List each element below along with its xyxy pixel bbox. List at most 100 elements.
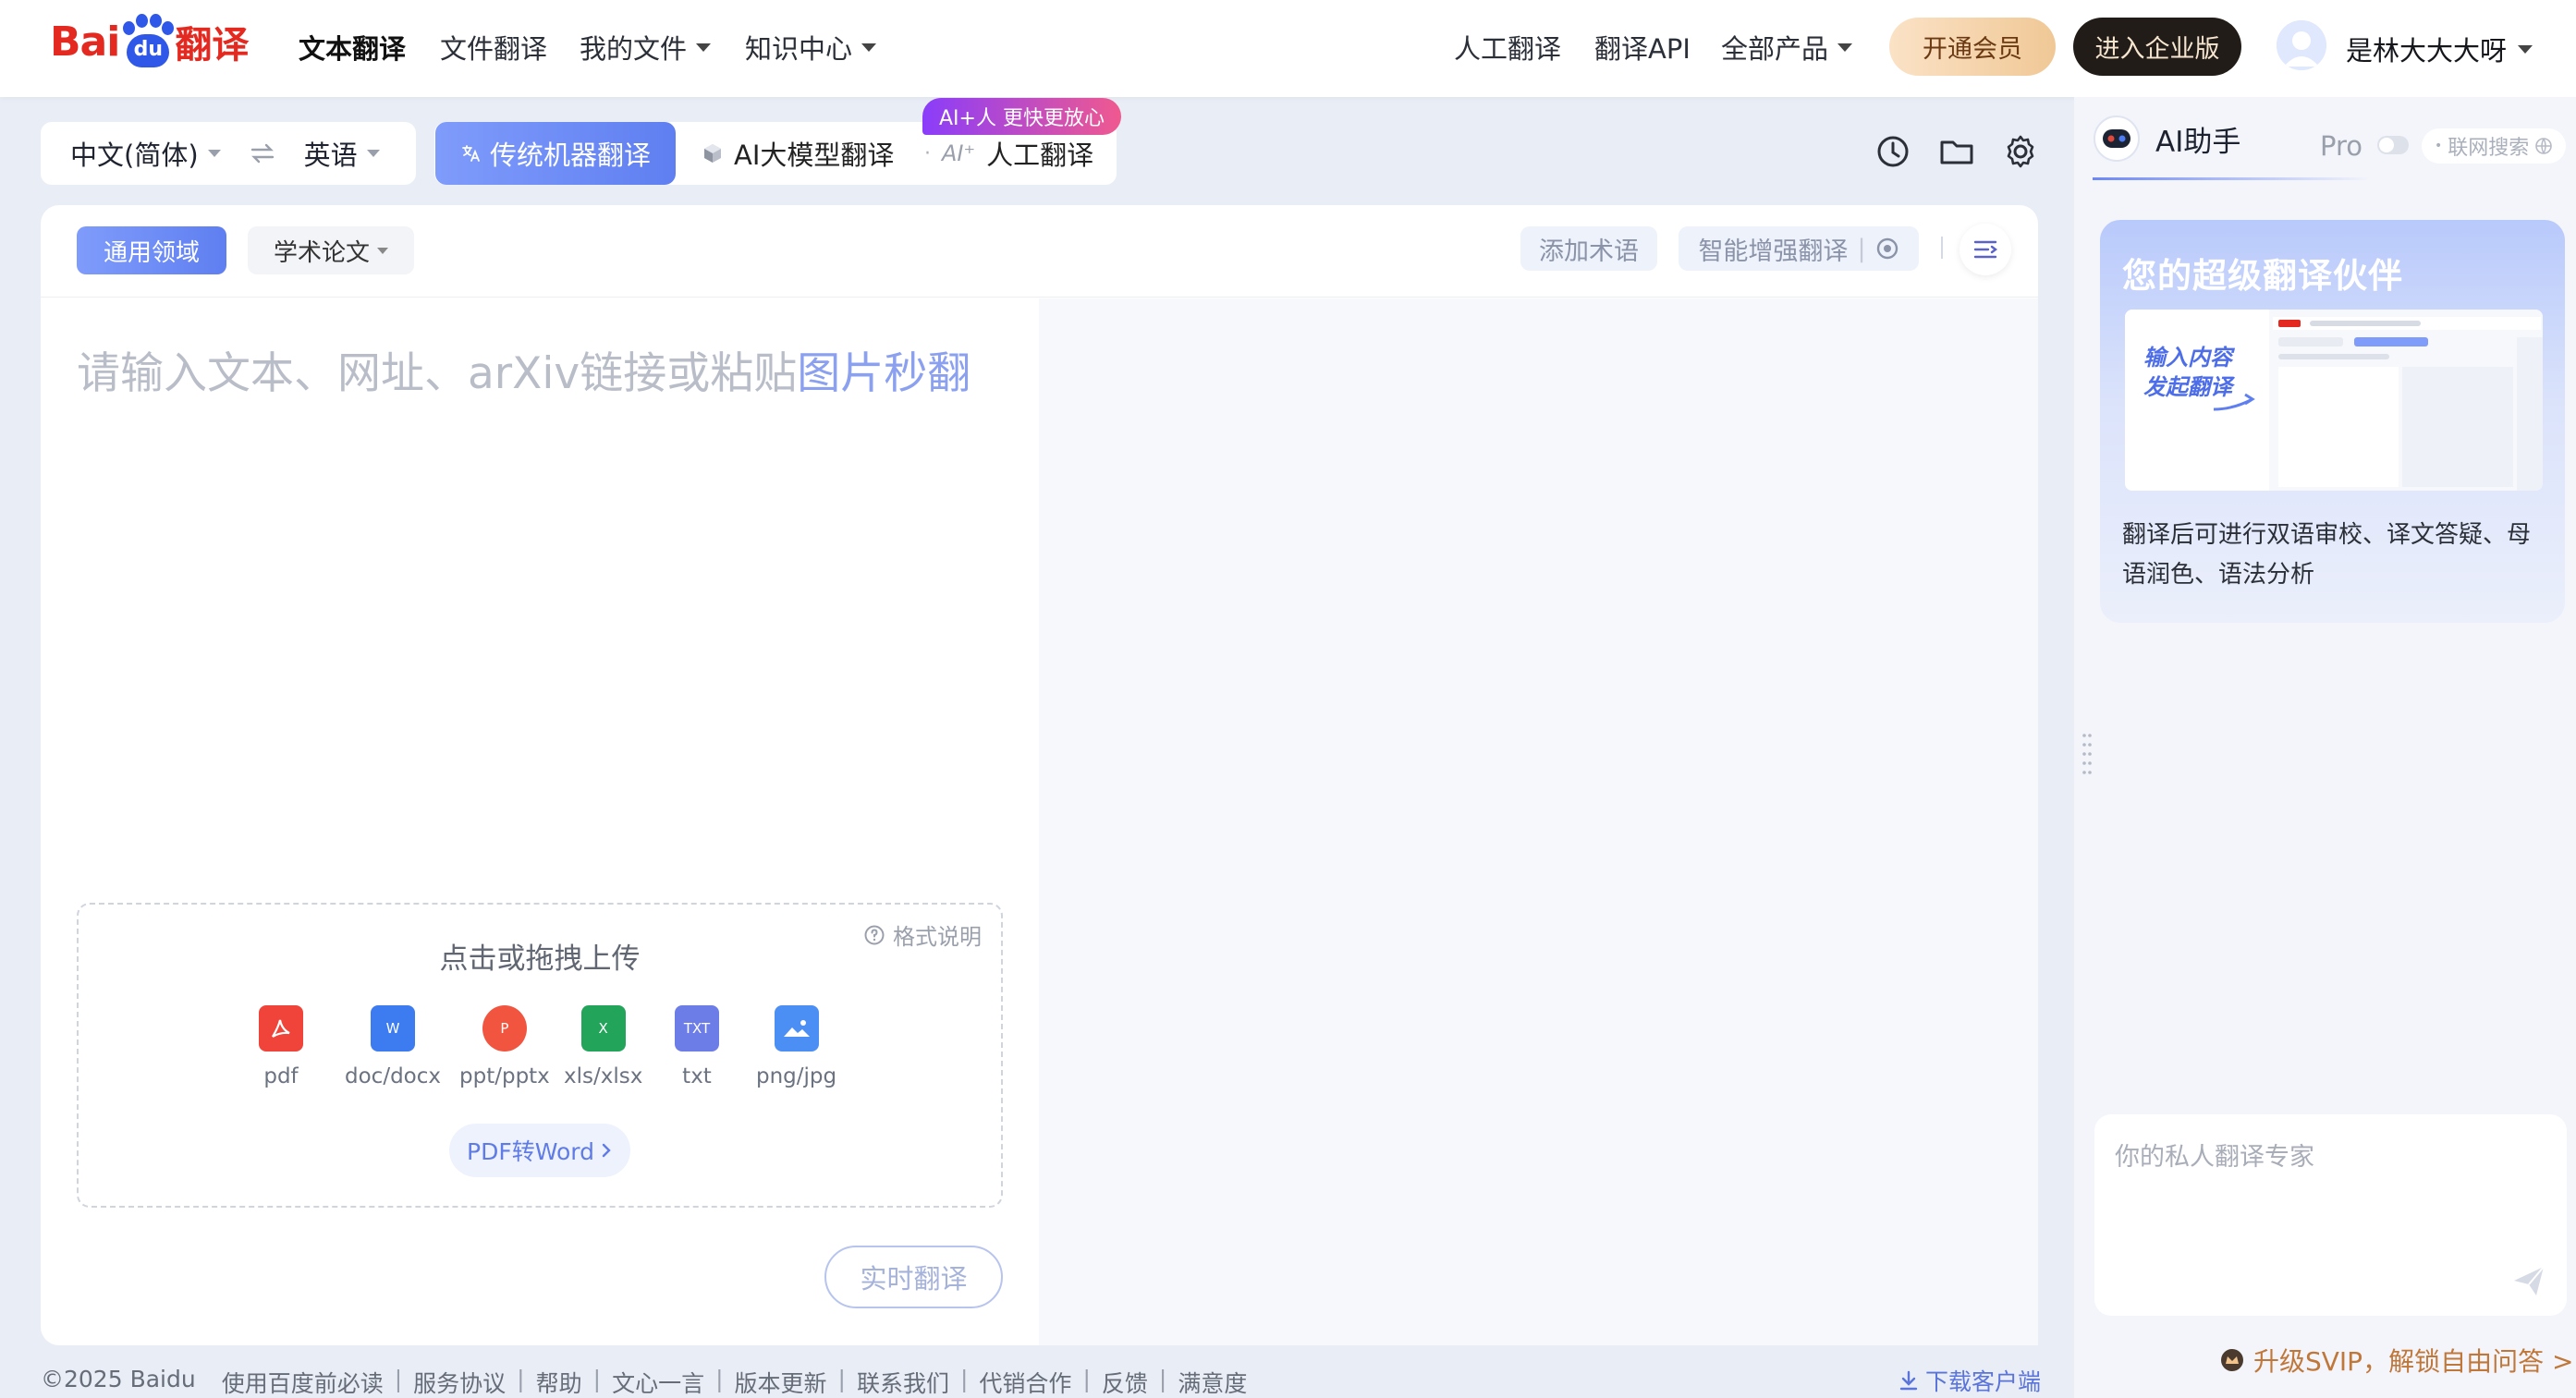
- nav-label: 我的文件: [580, 33, 688, 65]
- promo-title: 您的超级翻译伙伴: [2122, 256, 2403, 296]
- image-translate-link[interactable]: 图片秒翻: [797, 348, 971, 399]
- file-type-ppt: P ppt/pptx: [459, 1005, 550, 1088]
- nav-text-translate[interactable]: 文本翻译: [299, 28, 406, 67]
- footer-link[interactable]: 版本更新: [735, 1366, 827, 1398]
- target-language-select[interactable]: 英语: [304, 134, 380, 173]
- source-language-select[interactable]: 中文(简体): [70, 134, 221, 173]
- layout-menu-button[interactable]: [1959, 224, 2011, 275]
- txt-file-icon: TXT: [675, 1005, 719, 1052]
- chevron-right-icon: [602, 1143, 611, 1158]
- nav-knowledge-center[interactable]: 知识中心: [745, 28, 877, 67]
- swap-arrows-icon[interactable]: [249, 142, 276, 164]
- footer-link[interactable]: 联系我们: [857, 1366, 949, 1398]
- realtime-translate-button[interactable]: 实时翻译: [824, 1246, 1003, 1308]
- format-help-label: 格式说明: [893, 924, 982, 950]
- nav-label: 人工翻译: [1454, 33, 1562, 65]
- download-icon: [1899, 1370, 1918, 1391]
- smart-enhance-button[interactable]: 智能增强翻译 |: [1679, 226, 1919, 271]
- tab-llm-translation[interactable]: AI大模型翻译: [701, 122, 894, 185]
- copyright: ©2025 Baidu: [41, 1366, 196, 1392]
- logo-text-fanyi: 翻译: [175, 24, 250, 67]
- open-vip-button[interactable]: 开通会员: [1889, 18, 2056, 76]
- nav-all-products[interactable]: 全部产品: [1721, 28, 1853, 67]
- promo-shot-caption: 输入内容 发起翻译: [2143, 345, 2232, 400]
- logo-text-du: du: [127, 34, 170, 67]
- ai-plus-icon: AI⁺: [942, 140, 976, 166]
- send-icon[interactable]: [2510, 1262, 2547, 1299]
- web-search-toggle[interactable]: • 联网搜索: [2422, 128, 2567, 164]
- add-term-button[interactable]: 添加术语: [1520, 226, 1657, 271]
- download-client-link[interactable]: 下载客户端: [1898, 1364, 2041, 1397]
- file-type-label: ppt/pptx: [459, 1064, 550, 1088]
- divider: |: [959, 1366, 969, 1392]
- format-help-link[interactable]: 格式说明: [863, 918, 982, 951]
- footer-link[interactable]: 服务协议: [413, 1366, 506, 1398]
- file-type-pdf: pdf: [259, 1005, 303, 1088]
- chevron-down-icon: [207, 150, 221, 157]
- footer-link[interactable]: 使用百度前必读: [222, 1366, 384, 1398]
- dot-icon: •: [2435, 139, 2443, 153]
- pro-toggle[interactable]: [2377, 136, 2409, 154]
- chevron-down-icon: [366, 150, 380, 157]
- source-text-input[interactable]: 请输入文本、网址、arXiv链接或粘贴图片秒翻: [77, 337, 971, 401]
- divider: [1941, 237, 1943, 259]
- domain-academic-select[interactable]: 学术论文: [248, 226, 414, 274]
- nav-my-files[interactable]: 我的文件: [580, 28, 712, 67]
- footer-link[interactable]: 代销合作: [979, 1366, 1071, 1398]
- folder-icon[interactable]: [1936, 131, 1977, 172]
- pro-label: Pro: [2320, 130, 2363, 162]
- chevron-down-icon: [377, 247, 388, 254]
- nav-translate-api[interactable]: 翻译API: [1594, 28, 1691, 67]
- nav-label: 知识中心: [745, 33, 853, 65]
- file-type-label: pdf: [263, 1064, 299, 1088]
- language-selector: 中文(简体) 英语: [41, 122, 416, 185]
- input-placeholder: 请输入文本、网址、arXiv链接或粘贴: [77, 348, 798, 399]
- translation-output-pane: [1039, 298, 2038, 1345]
- ppt-file-icon: P: [482, 1005, 527, 1052]
- settings-icon[interactable]: [2000, 131, 2041, 172]
- footer-link[interactable]: 帮助: [536, 1366, 582, 1398]
- ai-robot-icon: [2094, 115, 2140, 162]
- tab-underline: [2093, 177, 2370, 180]
- nav-file-translate[interactable]: 文件翻译: [440, 28, 547, 67]
- user-menu[interactable]: 是林大大大呀: [2346, 30, 2533, 68]
- baidu-fanyi-logo[interactable]: Bai du 翻译: [50, 9, 249, 74]
- divider: |: [1158, 1366, 1167, 1392]
- panel-resize-handle[interactable]: [2082, 730, 2093, 782]
- download-label: 下载客户端: [1925, 1368, 2042, 1395]
- divider: |: [1857, 234, 1866, 263]
- chevron-down-icon: [861, 43, 877, 52]
- file-type-label: png/jpg: [756, 1064, 837, 1088]
- question-icon: [864, 925, 885, 944]
- file-type-label: txt: [682, 1064, 712, 1088]
- divider: |: [1082, 1366, 1091, 1392]
- nav-human-translate[interactable]: 人工翻译: [1454, 28, 1561, 67]
- target-icon: [1876, 237, 1898, 260]
- smart-enhance-label: 智能增强翻译: [1698, 237, 1849, 266]
- avatar[interactable]: [2277, 20, 2326, 70]
- history-icon[interactable]: [1873, 131, 1913, 172]
- svip-upsell-label: 升级SVIP，解锁自由问答 >: [2253, 1346, 2574, 1377]
- tab-machine-translation[interactable]: 传统机器翻译: [435, 122, 676, 185]
- logo-paw-icon: du: [121, 14, 175, 69]
- file-type-label: doc/docx: [345, 1064, 441, 1088]
- footer-link[interactable]: 反馈: [1102, 1366, 1148, 1398]
- footer-link[interactable]: 文心一言: [612, 1366, 704, 1398]
- svip-upsell-link[interactable]: 升级SVIP，解锁自由问答 >: [2220, 1342, 2573, 1379]
- logo-text-bai: Bai: [50, 18, 120, 66]
- chevron-down-icon: [2518, 44, 2533, 54]
- pdf-to-word-label: PDF转Word: [467, 1138, 594, 1165]
- excel-file-icon: X: [580, 1005, 626, 1052]
- ai-human-badge: AI+人 更快更放心: [922, 98, 1121, 135]
- ai-assistant-tab[interactable]: AI助手: [2093, 115, 2240, 163]
- cube-icon: [704, 144, 721, 163]
- divider: |: [592, 1366, 602, 1392]
- enterprise-button[interactable]: 进入企业版: [2073, 18, 2241, 76]
- footer-link[interactable]: 满意度: [1178, 1366, 1247, 1398]
- nav-label: 翻译API: [1594, 33, 1691, 65]
- file-type-image: png/jpg: [756, 1005, 836, 1088]
- domain-general-button[interactable]: 通用领域: [77, 226, 226, 274]
- word-file-icon: W: [371, 1005, 415, 1052]
- pdf-to-word-button[interactable]: PDF转Word: [449, 1124, 630, 1177]
- nav-label: 全部产品: [1721, 33, 1829, 65]
